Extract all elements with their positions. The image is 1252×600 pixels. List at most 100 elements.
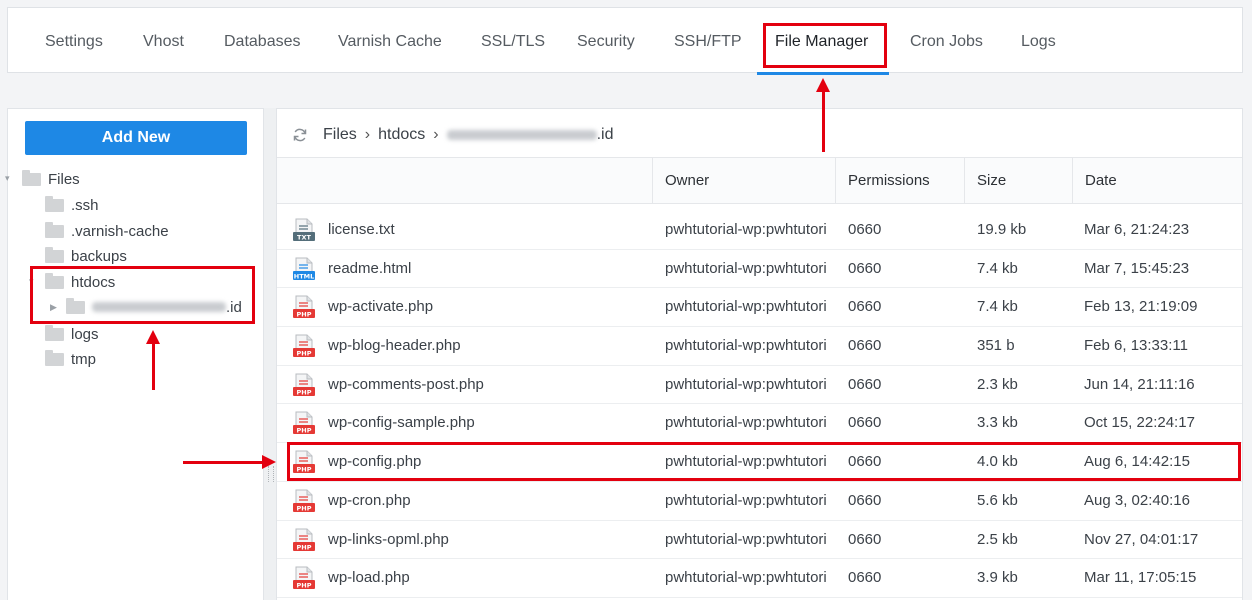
breadcrumb-site[interactable]: .id	[597, 126, 614, 144]
php-file-icon: PHP	[293, 334, 315, 357]
file-name[interactable]: wp-blog-header.php	[328, 327, 461, 365]
file-name[interactable]: license.txt	[328, 211, 395, 249]
tab-cron-jobs[interactable]: Cron Jobs	[910, 8, 983, 72]
folder-icon	[45, 272, 64, 289]
file-size: 3.9 kb	[977, 569, 1018, 587]
tab-vhost[interactable]: Vhost	[143, 8, 184, 72]
file-date: Aug 3, 02:40:16	[1084, 491, 1190, 509]
file-permissions: 0660	[848, 569, 882, 587]
caret-down-icon[interactable]: ▾	[29, 276, 34, 287]
file-permissions: 0660	[848, 491, 882, 509]
tab-security[interactable]: Security	[577, 8, 635, 72]
annotation-arrow	[183, 461, 263, 464]
tab-varnish-cache[interactable]: Varnish Cache	[338, 8, 442, 72]
file-name[interactable]: wp-config-sample.php	[328, 404, 475, 442]
folder-icon	[45, 246, 64, 263]
tree-item-label: .ssh	[71, 196, 99, 214]
file-name-cell[interactable]: PHP wp-config-sample.php	[293, 404, 653, 442]
breadcrumb-files[interactable]: Files	[323, 126, 357, 144]
annotation-arrow	[152, 342, 155, 390]
file-name[interactable]: wp-cron.php	[328, 482, 411, 520]
caret-right-icon[interactable]: ▶	[50, 302, 57, 313]
table-row[interactable]: PHP wp-activate.php pwhtutorial-wp:pwhtuto…	[277, 288, 1242, 328]
column-permissions[interactable]: Permissions	[835, 158, 964, 204]
table-row[interactable]: HTML readme.html pwhtutorial-wp:pwhtutori 0…	[277, 250, 1242, 289]
table-row[interactable]: TXT license.txt pwhtutorial-wp:pwhtutori 06…	[277, 211, 1242, 250]
file-name-cell[interactable]: PHP wp-comments-post.php	[293, 366, 653, 404]
column-name[interactable]	[277, 158, 652, 204]
tree-item-site-folder[interactable]: .id	[66, 295, 242, 319]
file-name-cell[interactable]: PHP wp-activate.php	[293, 288, 653, 326]
arrow-right-icon	[262, 455, 276, 469]
file-size: 5.6 kb	[977, 491, 1018, 509]
file-name[interactable]: wp-activate.php	[328, 288, 433, 326]
file-name[interactable]: wp-load.php	[328, 559, 410, 597]
add-new-button[interactable]: Add New	[25, 121, 247, 155]
tree-item-label: .id	[226, 298, 242, 316]
file-date: Mar 7, 15:45:23	[1084, 259, 1190, 277]
table-row[interactable]: PHP wp-blog-header.php pwhtutorial-wp:pwht…	[277, 327, 1242, 366]
refresh-icon[interactable]	[292, 127, 308, 143]
tree-item-logs[interactable]: logs	[45, 322, 99, 346]
tab-bar: Settings Vhost Databases Varnish Cache S…	[7, 7, 1243, 73]
caret-down-icon[interactable]: ▾	[5, 173, 10, 184]
breadcrumb-htdocs[interactable]: htdocs	[378, 126, 425, 144]
file-name-cell[interactable]: PHP wp-config.php	[293, 443, 653, 481]
file-date: Aug 6, 14:42:15	[1084, 453, 1190, 471]
tree-item-label: backups	[71, 247, 127, 265]
table-header: Owner Permissions Size Date	[277, 157, 1242, 204]
tree-item-ssh[interactable]: .ssh	[45, 193, 99, 217]
table-row[interactable]: PHP wp-config-sample.php pwhtutorial-wp:pw…	[277, 404, 1242, 444]
column-date[interactable]: Date	[1072, 158, 1242, 204]
file-size: 19.9 kb	[977, 221, 1027, 238]
tab-ssl-tls[interactable]: SSL/TLS	[481, 8, 545, 72]
file-owner: pwhtutorial-wp:pwhtutori	[665, 259, 827, 277]
file-owner: pwhtutorial-wp:pwhtutori	[665, 375, 827, 393]
file-permissions: 0660	[848, 530, 882, 548]
tab-logs[interactable]: Logs	[1021, 8, 1056, 72]
file-name-cell[interactable]: PHP wp-cron.php	[293, 482, 653, 520]
tab-databases[interactable]: Databases	[224, 8, 301, 72]
file-name-cell[interactable]: PHP wp-load.php	[293, 559, 653, 597]
tree-item-varnish-cache[interactable]: .varnish-cache	[45, 219, 169, 243]
table-row[interactable]: PHP wp-links-opml.php pwhtutorial-wp:pwhtu…	[277, 521, 1242, 560]
table-row[interactable]: PHP wp-comments-post.php pwhtutorial-wp:pw…	[277, 366, 1242, 405]
tree-item-htdocs[interactable]: htdocs	[45, 270, 115, 294]
tab-ssh-ftp[interactable]: SSH/FTP	[674, 8, 742, 72]
file-type-label: PHP	[297, 504, 312, 512]
file-name[interactable]: readme.html	[328, 250, 411, 288]
table-row[interactable]: PHP wp-config.php pwhtutorial-wp:pwhtutori…	[277, 443, 1242, 482]
tree-item-tmp[interactable]: tmp	[45, 347, 96, 371]
annotation-arrow	[822, 90, 825, 152]
file-name-cell[interactable]: TXT license.txt	[293, 211, 653, 249]
file-owner: pwhtutorial-wp:pwhtutori	[665, 337, 827, 355]
table-row[interactable]: PHP wp-load.php pwhtutorial-wp:pwhtutori 06…	[277, 559, 1242, 598]
tree-item-label: tmp	[71, 350, 97, 368]
table-row[interactable]: PHP wp-cron.php pwhtutorial-wp:pwhtutori 06…	[277, 482, 1242, 521]
file-name-cell[interactable]: PHP wp-blog-header.php	[293, 327, 653, 365]
file-owner: pwhtutorial-wp:pwhtutori	[665, 221, 827, 238]
file-name[interactable]: wp-config.php	[328, 443, 421, 481]
tree-item-files[interactable]: Files	[22, 167, 80, 191]
file-date: Mar 11, 17:05:15	[1084, 569, 1197, 587]
file-name[interactable]: wp-links-opml.php	[328, 521, 449, 559]
tab-settings[interactable]: Settings	[45, 8, 103, 72]
file-permissions: 0660	[848, 259, 882, 277]
column-size[interactable]: Size	[964, 158, 1072, 204]
file-name[interactable]: wp-comments-post.php	[328, 366, 484, 404]
column-owner[interactable]: Owner	[652, 158, 835, 204]
file-date: Feb 6, 13:33:11	[1084, 337, 1188, 355]
file-owner: pwhtutorial-wp:pwhtutori	[665, 530, 827, 548]
tab-file-manager[interactable]: File Manager	[775, 8, 868, 72]
file-permissions: 0660	[848, 221, 882, 238]
file-size: 3.3 kb	[977, 414, 1018, 432]
file-name-cell[interactable]: PHP wp-links-opml.php	[293, 521, 653, 559]
file-table-body: TXT license.txt pwhtutorial-wp:pwhtutori 06…	[277, 211, 1242, 598]
file-name-cell[interactable]: HTML readme.html	[293, 250, 653, 288]
file-size: 7.4 kb	[977, 259, 1018, 277]
file-size: 4.0 kb	[977, 453, 1018, 471]
file-permissions: 0660	[848, 453, 882, 471]
redacted-domain	[446, 130, 597, 140]
panel-splitter[interactable]	[264, 108, 276, 600]
tree-item-backups[interactable]: backups	[45, 244, 127, 268]
